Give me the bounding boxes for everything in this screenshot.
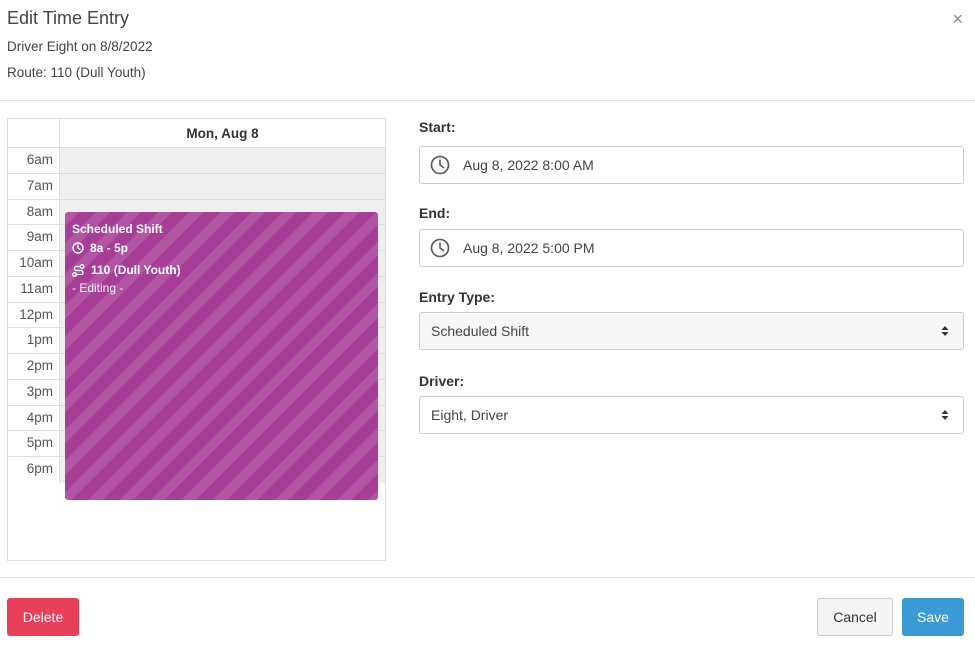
entry-type-label: Entry Type: <box>419 289 495 305</box>
hour-slot[interactable] <box>60 173 385 199</box>
event-route: 110 (Dull Youth) <box>91 263 181 277</box>
end-label: End: <box>419 205 451 221</box>
event-time: 8a - 5p <box>90 241 129 255</box>
clock-icon <box>72 242 84 254</box>
hour-slot[interactable] <box>60 148 385 173</box>
select-caret-icon <box>941 326 949 336</box>
hour-label: 1pm <box>8 328 60 353</box>
modal-title: Edit Time Entry <box>7 8 130 28</box>
close-icon[interactable]: × <box>952 10 963 28</box>
hour-label: 10am <box>8 251 60 276</box>
hour-label: 2pm <box>8 354 60 379</box>
driver-date-subtitle: Driver Eight on 8/8/2022 <box>7 39 153 54</box>
day-calendar: Mon, Aug 8 6am 7am 8am 9am 10am 11am 12pm 1pm 2p… <box>7 118 386 561</box>
delete-button[interactable]: Delete <box>7 598 79 636</box>
select-caret-icon <box>941 410 949 420</box>
driver-value: Eight, Driver <box>431 407 509 423</box>
end-value: Aug 8, 2022 5:00 PM <box>463 240 595 256</box>
entry-type-value: Scheduled Shift <box>431 323 530 339</box>
modal-footer: Delete Cancel Save <box>0 577 975 647</box>
hour-label: 8am <box>8 199 60 225</box>
event-route-row: 110 (Dull Youth) <box>72 259 371 281</box>
hour-label: 5pm <box>8 431 60 456</box>
save-button[interactable]: Save <box>902 598 964 636</box>
hour-label: 3pm <box>8 379 60 405</box>
hour-label: 6am <box>8 148 60 173</box>
hour-label: 4pm <box>8 405 60 431</box>
driver-select[interactable]: Eight, Driver <box>419 396 964 434</box>
hour-label: 9am <box>8 225 60 250</box>
day-column-header: Mon, Aug 8 <box>186 126 259 141</box>
cancel-button[interactable]: Cancel <box>817 598 893 636</box>
entry-type-select[interactable]: Scheduled Shift <box>419 312 964 350</box>
route-icon <box>72 263 85 277</box>
hour-row: 7am <box>8 173 385 200</box>
hour-label: 7am <box>8 173 60 199</box>
driver-label: Driver: <box>419 373 465 389</box>
clock-icon <box>430 155 450 175</box>
clock-icon <box>430 238 450 258</box>
start-datetime-input[interactable]: Aug 8, 2022 8:00 AM <box>419 146 964 184</box>
time-axis-header <box>8 119 60 148</box>
calendar-header: Mon, Aug 8 <box>8 119 385 148</box>
end-datetime-input[interactable]: Aug 8, 2022 5:00 PM <box>419 229 964 267</box>
start-value: Aug 8, 2022 8:00 AM <box>463 157 594 173</box>
route-subtitle: Route: 110 (Dull Youth) <box>7 65 146 80</box>
calendar-event[interactable]: Scheduled Shift 8a - 5p 110 (Dull Youth)… <box>65 212 378 500</box>
hour-label: 6pm <box>8 457 60 483</box>
hour-label: 12pm <box>8 302 60 328</box>
hour-label: 11am <box>8 276 60 302</box>
event-title: Scheduled Shift <box>72 222 163 236</box>
start-label: Start: <box>419 119 456 135</box>
hour-row: 6am <box>8 148 385 174</box>
event-time-row: 8a - 5p <box>72 237 371 259</box>
modal-header: Edit Time Entry Driver Eight on 8/8/2022… <box>0 0 975 101</box>
event-status: - Editing - <box>72 281 124 295</box>
